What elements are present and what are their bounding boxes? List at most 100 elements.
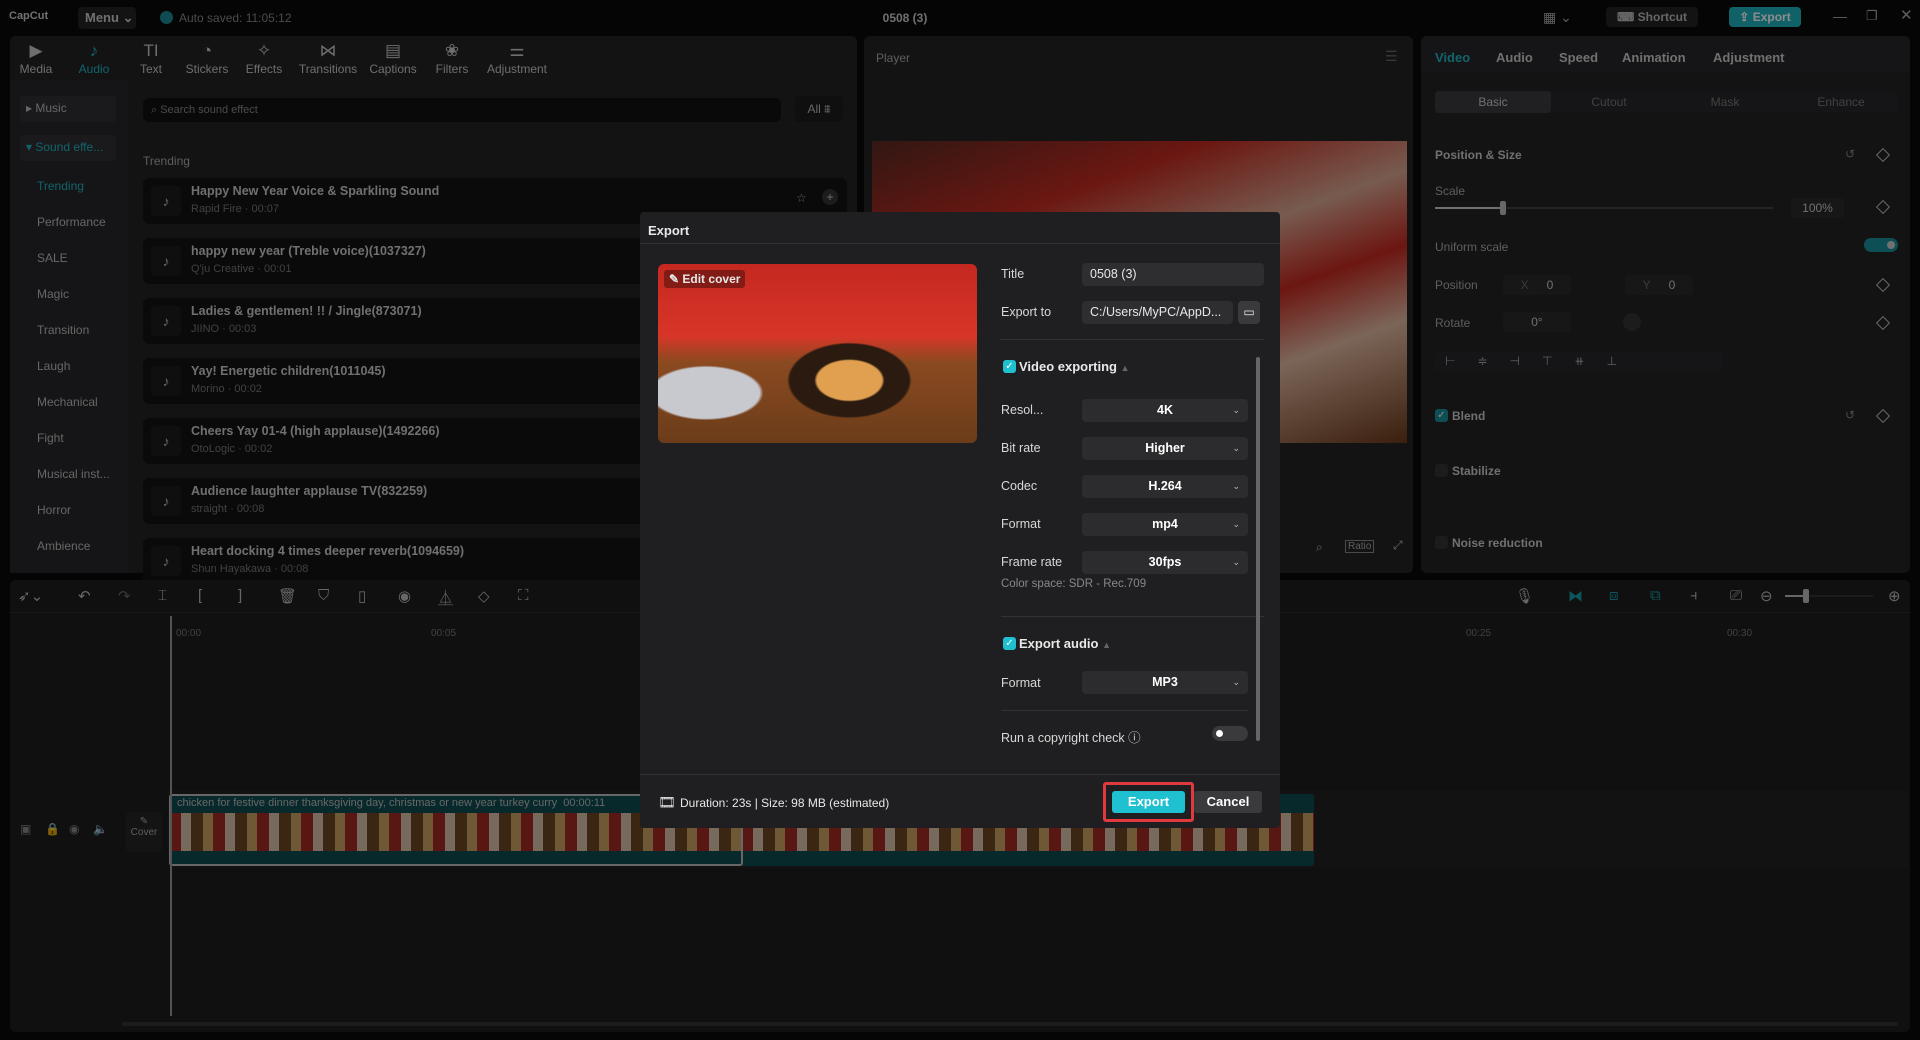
preview-axis-icon[interactable]: ⎚ bbox=[1730, 587, 1742, 604]
scale-slider-handle[interactable] bbox=[1500, 201, 1506, 215]
cover-preview[interactable] bbox=[658, 264, 977, 443]
category-item[interactable]: Ambience bbox=[37, 539, 90, 553]
category-item[interactable]: SALE bbox=[37, 251, 68, 265]
player-menu-icon[interactable]: ☰ bbox=[1385, 48, 1398, 65]
tab-adjustment[interactable]: Adjustment bbox=[1713, 50, 1785, 65]
noise-reduction-heading[interactable]: Noise reduction bbox=[1452, 536, 1543, 550]
track-mute-icon[interactable]: 🔈 bbox=[93, 822, 108, 836]
subtab-basic[interactable]: Basic bbox=[1435, 91, 1551, 113]
edit-cover-button[interactable]: ✎ Edit cover bbox=[664, 270, 745, 288]
export-path-input[interactable]: C:/Users/MyPC/AppD... bbox=[1082, 301, 1233, 324]
crop-icon[interactable]: ⛶ bbox=[518, 587, 529, 604]
undo-icon[interactable]: ↶ bbox=[78, 587, 91, 605]
cover-button[interactable]: ✎Cover bbox=[126, 812, 162, 852]
category-item[interactable]: Magic bbox=[37, 287, 69, 301]
link-icon[interactable]: ⧉ bbox=[1650, 587, 1661, 604]
uniform-scale-toggle[interactable] bbox=[1864, 238, 1898, 252]
maximize-icon[interactable]: ❐ bbox=[1866, 8, 1878, 24]
category-item[interactable]: Trending bbox=[37, 179, 84, 193]
close-icon[interactable]: ✕ bbox=[1900, 6, 1913, 24]
rotate-dial[interactable] bbox=[1623, 313, 1641, 331]
zoom-out-icon[interactable]: ⊖ bbox=[1760, 587, 1773, 605]
add-icon[interactable]: + bbox=[822, 189, 838, 205]
tab-captions[interactable]: ▤Captions bbox=[361, 40, 425, 76]
sidebar-item-sound-effects[interactable]: ▾ Sound effe... bbox=[20, 135, 116, 161]
field-select[interactable]: 30fps⌄ bbox=[1082, 551, 1248, 574]
search-input[interactable]: ⌕ Search sound effect bbox=[143, 98, 781, 122]
category-item[interactable]: Performance bbox=[37, 215, 106, 229]
stabilize-checkbox[interactable] bbox=[1435, 464, 1448, 477]
track-preview-icon[interactable]: ▣ bbox=[20, 822, 31, 836]
mirror-icon[interactable]: ⏅ bbox=[438, 587, 453, 608]
playhead[interactable] bbox=[170, 616, 172, 1016]
rotate-input[interactable]: 0° bbox=[1503, 312, 1571, 332]
layout-icon[interactable]: ▦ ⌄ bbox=[1543, 9, 1572, 26]
favorite-icon[interactable]: ☆ bbox=[796, 191, 807, 205]
zoom-slider[interactable] bbox=[1785, 595, 1873, 597]
delete-icon[interactable]: 🗑 bbox=[278, 587, 297, 605]
audio-format-select[interactable]: MP3⌄ bbox=[1082, 671, 1248, 694]
minimize-icon[interactable]: — bbox=[1833, 8, 1847, 24]
select-tool-icon[interactable]: ➶⌄ bbox=[18, 587, 43, 605]
tab-stickers[interactable]: ◔Stickers bbox=[175, 40, 239, 76]
tab-animation[interactable]: Animation bbox=[1622, 50, 1686, 65]
stabilize-heading[interactable]: Stabilize bbox=[1452, 464, 1501, 478]
tab-speed[interactable]: Speed bbox=[1559, 50, 1598, 65]
track-visibility-icon[interactable]: ◉ bbox=[69, 822, 79, 836]
align-toolbar[interactable]: ⊢≑⊣⊤⧺⊥ bbox=[1435, 351, 1723, 371]
blend-heading[interactable]: Blend bbox=[1452, 409, 1485, 423]
video-exporting-heading[interactable]: Video exporting ▲ bbox=[1019, 359, 1130, 374]
tab-audio[interactable]: ♪Audio bbox=[62, 40, 126, 76]
position-y-input[interactable]: Y0 bbox=[1625, 275, 1693, 295]
subtab-cutout[interactable]: Cutout bbox=[1551, 91, 1667, 113]
tab-adjustment[interactable]: ⚌Adjustment bbox=[485, 40, 549, 76]
tab-text[interactable]: TIText bbox=[119, 40, 183, 76]
shortcut-button[interactable]: ⌨ Shortcut bbox=[1606, 7, 1698, 27]
field-select[interactable]: mp4⌄ bbox=[1082, 513, 1248, 536]
rotate-icon[interactable]: ◇ bbox=[478, 587, 490, 605]
split-left-icon[interactable]: [ bbox=[198, 587, 202, 604]
category-item[interactable]: Mechanical bbox=[37, 395, 98, 409]
category-item[interactable]: Musical inst... bbox=[37, 467, 110, 481]
position-x-input[interactable]: X0 bbox=[1503, 275, 1571, 295]
ratio-button[interactable]: Ratio bbox=[1345, 540, 1374, 553]
category-item[interactable]: Fight bbox=[37, 431, 64, 445]
filter-button[interactable]: All ⩩ bbox=[795, 96, 843, 122]
subtab-enhance[interactable]: Enhance bbox=[1783, 91, 1899, 113]
track-lock-icon[interactable]: 🔒 bbox=[45, 822, 60, 836]
settings-scrollbar[interactable] bbox=[1256, 357, 1260, 741]
category-item[interactable]: Transition bbox=[37, 323, 89, 337]
split-preview-icon[interactable]: ⫞ bbox=[1690, 587, 1698, 604]
split-icon[interactable]: ⌶ bbox=[158, 587, 167, 604]
auto-snap-icon[interactable]: ⧈ bbox=[1609, 587, 1619, 604]
tab-video[interactable]: Video bbox=[1435, 50, 1470, 65]
tab-media[interactable]: ▶Media bbox=[4, 40, 68, 76]
tab-effects[interactable]: ✧Effects bbox=[232, 40, 296, 76]
menu-button[interactable]: Menu ⌄ bbox=[78, 7, 136, 29]
tab-audio[interactable]: Audio bbox=[1496, 50, 1533, 65]
copyright-toggle[interactable] bbox=[1212, 726, 1248, 741]
field-select[interactable]: 4K⌄ bbox=[1082, 399, 1248, 422]
position-size-heading[interactable]: Position & Size bbox=[1435, 148, 1522, 162]
export-audio-checkbox[interactable]: ✓ bbox=[1003, 637, 1016, 650]
fullscreen-icon[interactable]: ⤢ bbox=[1393, 538, 1403, 553]
freeze-icon[interactable]: ▯ bbox=[358, 587, 366, 605]
reverse-icon[interactable]: ◉ bbox=[398, 587, 411, 605]
subtab-mask[interactable]: Mask bbox=[1667, 91, 1783, 113]
noise-reduction-checkbox[interactable] bbox=[1435, 536, 1448, 549]
scale-slider[interactable] bbox=[1435, 207, 1773, 209]
split-right-icon[interactable]: ] bbox=[238, 587, 242, 604]
magnet-icon[interactable]: ⧓ bbox=[1568, 587, 1583, 605]
marker-icon[interactable]: ⛉ bbox=[318, 587, 329, 604]
blend-checkbox[interactable]: ✓ bbox=[1435, 409, 1448, 422]
cancel-button[interactable]: Cancel bbox=[1194, 791, 1262, 813]
export-button[interactable]: Export bbox=[1112, 791, 1185, 813]
fit-icon[interactable]: ⌕ bbox=[1316, 540, 1323, 555]
category-item[interactable]: Laugh bbox=[37, 359, 70, 373]
zoom-in-icon[interactable]: ⊕ bbox=[1888, 587, 1901, 605]
reset-icon[interactable]: ↺ bbox=[1845, 147, 1855, 161]
timeline-scrollbar[interactable] bbox=[122, 1022, 1898, 1026]
top-export-button[interactable]: ⇪ Export bbox=[1729, 7, 1801, 27]
video-exporting-checkbox[interactable]: ✓ bbox=[1003, 360, 1016, 373]
microphone-icon[interactable]: 🎙 bbox=[1515, 587, 1534, 605]
